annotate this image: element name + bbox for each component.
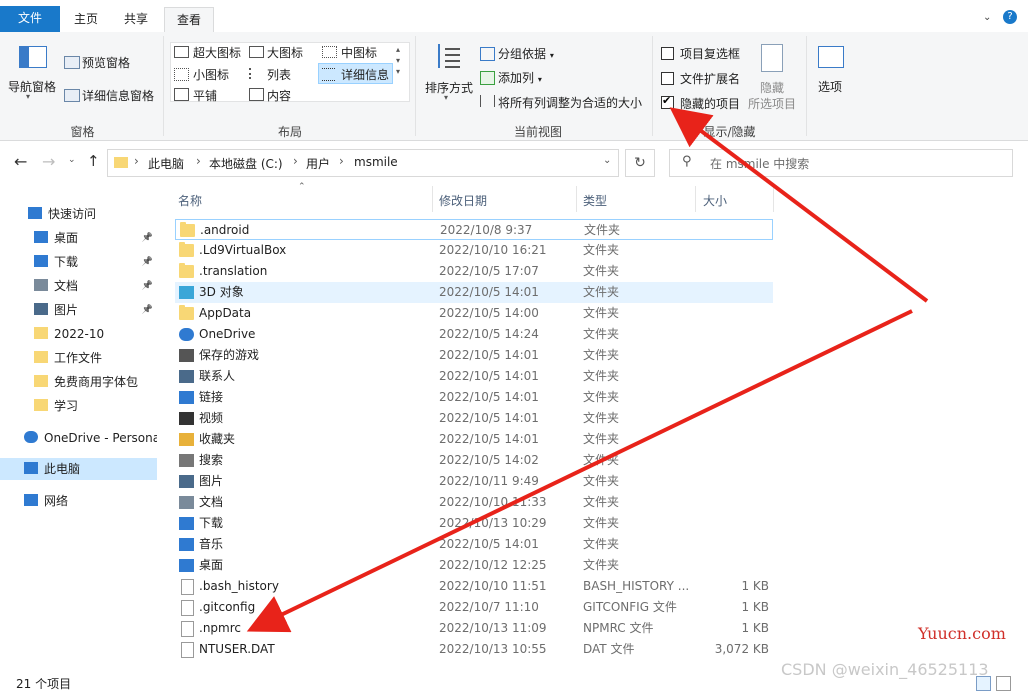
annotation-overlay [246, 107, 929, 633]
watermark-author: CSDN @weixin_46525113 [781, 660, 989, 679]
annotation-arrow-npmrc [246, 309, 913, 633]
annotation-arrow-hidden-items [669, 107, 929, 303]
watermark-site: Yuucn.com [918, 624, 1006, 643]
